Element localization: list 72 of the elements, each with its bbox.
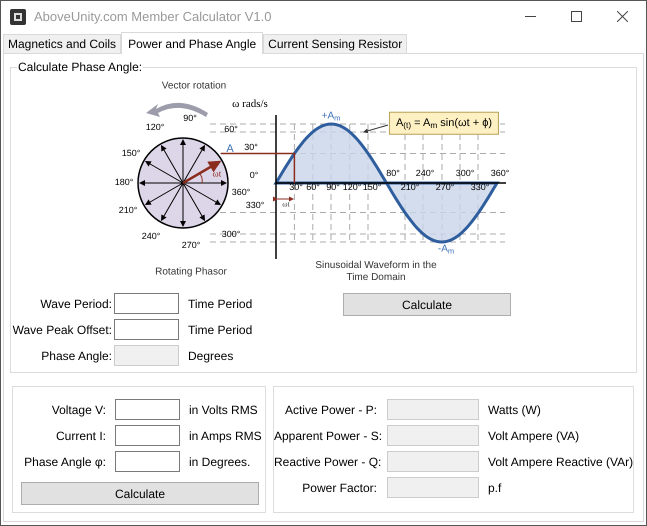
formula-label: A$_{(t)}$ = A$_{m}$ sin(ωt + ϕ): [388, 112, 500, 134]
tab[interactable]: Power and Phase Angle: [121, 32, 264, 54]
angle-label: 210°: [118, 205, 138, 215]
angle-label: 60°: [224, 124, 238, 134]
axis-label: 30°: [289, 182, 303, 192]
vector-label: A: [226, 142, 234, 157]
axis-label: 80°: [386, 168, 400, 178]
angle-label: 300°: [222, 229, 240, 239]
input-field[interactable]: [114, 293, 179, 314]
diagram-caption: Rotating Phasor: [155, 266, 227, 280]
angle-label: 30°: [244, 142, 258, 152]
axis-label: 60°: [306, 182, 320, 192]
diagram-label: ω rads/s: [232, 96, 268, 112]
peak-label: +A$_{m}$: [322, 110, 340, 124]
window-title: AboveUnity.com Member Calculator V1.0: [34, 8, 272, 26]
unit-label: Watts (W): [488, 402, 541, 418]
axis-label: 330°: [470, 182, 490, 192]
field-label: Active Power - P:: [284, 402, 377, 418]
field-label: Wave Peak Offset:: [12, 322, 112, 338]
unit-label: Degrees: [188, 348, 234, 364]
maximize-icon[interactable]: [571, 11, 582, 22]
angle-arc: [200, 174, 203, 184]
unit-label: in Degrees.: [189, 454, 250, 470]
angle-label: 270°: [182, 240, 200, 250]
axis-label: 210°: [400, 182, 420, 192]
axis-label: 270°: [436, 182, 454, 192]
leader-line: [363, 124, 388, 134]
angle-label: 180°: [114, 177, 134, 187]
phasor-arrow: [182, 160, 222, 184]
input-field[interactable]: [115, 425, 180, 446]
angle-label: 360°: [232, 187, 250, 197]
axis-label: 300°: [456, 168, 474, 178]
field-label: Phase Angle:: [40, 348, 112, 364]
input-field[interactable]: [115, 399, 180, 420]
axis-label: 120°: [342, 182, 362, 192]
app-icon: [10, 8, 26, 24]
calculate-button[interactable]: Calculate: [21, 482, 259, 505]
angle-label: 0°: [250, 170, 258, 180]
angle-symbol: ωt: [282, 200, 290, 208]
unit-label: Volt Ampere Reactive (VAr): [488, 454, 634, 470]
input-field[interactable]: [115, 451, 180, 472]
unit-label: in Amps RMS: [189, 428, 262, 444]
axis-label: 360°: [490, 168, 510, 178]
axis-label: 240°: [416, 168, 434, 178]
angle-symbol: ωt: [212, 167, 222, 180]
calculate-button[interactable]: Calculate: [343, 293, 511, 316]
angle-label: 240°: [142, 231, 160, 241]
axis-label: 150°: [362, 182, 382, 192]
angle-label: 330°: [246, 200, 264, 210]
group-title: Calculate Phase Angle:: [17, 60, 144, 74]
field-label: Voltage V:: [50, 402, 106, 418]
field-label: Current I:: [54, 428, 106, 444]
unit-label: p.f: [488, 480, 502, 496]
axis-label: 90°: [326, 182, 340, 192]
unit-label: Volt Ampere (VA): [488, 428, 580, 444]
angle-span-arrow: [273, 196, 294, 202]
unit-label: in Volts RMS: [189, 402, 258, 418]
angle-label: 150°: [122, 148, 140, 158]
diagram-label: Vector rotation: [162, 80, 226, 94]
diagram-caption: Sinusoidal Waveform in the Time Domain: [314, 260, 438, 284]
input-field[interactable]: [114, 319, 179, 340]
trough-label: -A$_{m}$: [438, 242, 454, 256]
field-label: Wave Period:: [39, 296, 112, 312]
close-icon[interactable]: [617, 11, 628, 22]
field-label: Power Factor:: [301, 480, 377, 496]
field-label: Phase Angle φ:: [23, 454, 106, 470]
tab[interactable]: Magnetics and Coils: [3, 34, 122, 53]
unit-label: Time Period: [188, 322, 252, 338]
angle-label: 90°: [183, 113, 197, 123]
angle-label: 120°: [146, 122, 164, 132]
tab[interactable]: Current Sensing Resistor: [263, 34, 408, 53]
unit-label: Time Period: [188, 296, 252, 312]
